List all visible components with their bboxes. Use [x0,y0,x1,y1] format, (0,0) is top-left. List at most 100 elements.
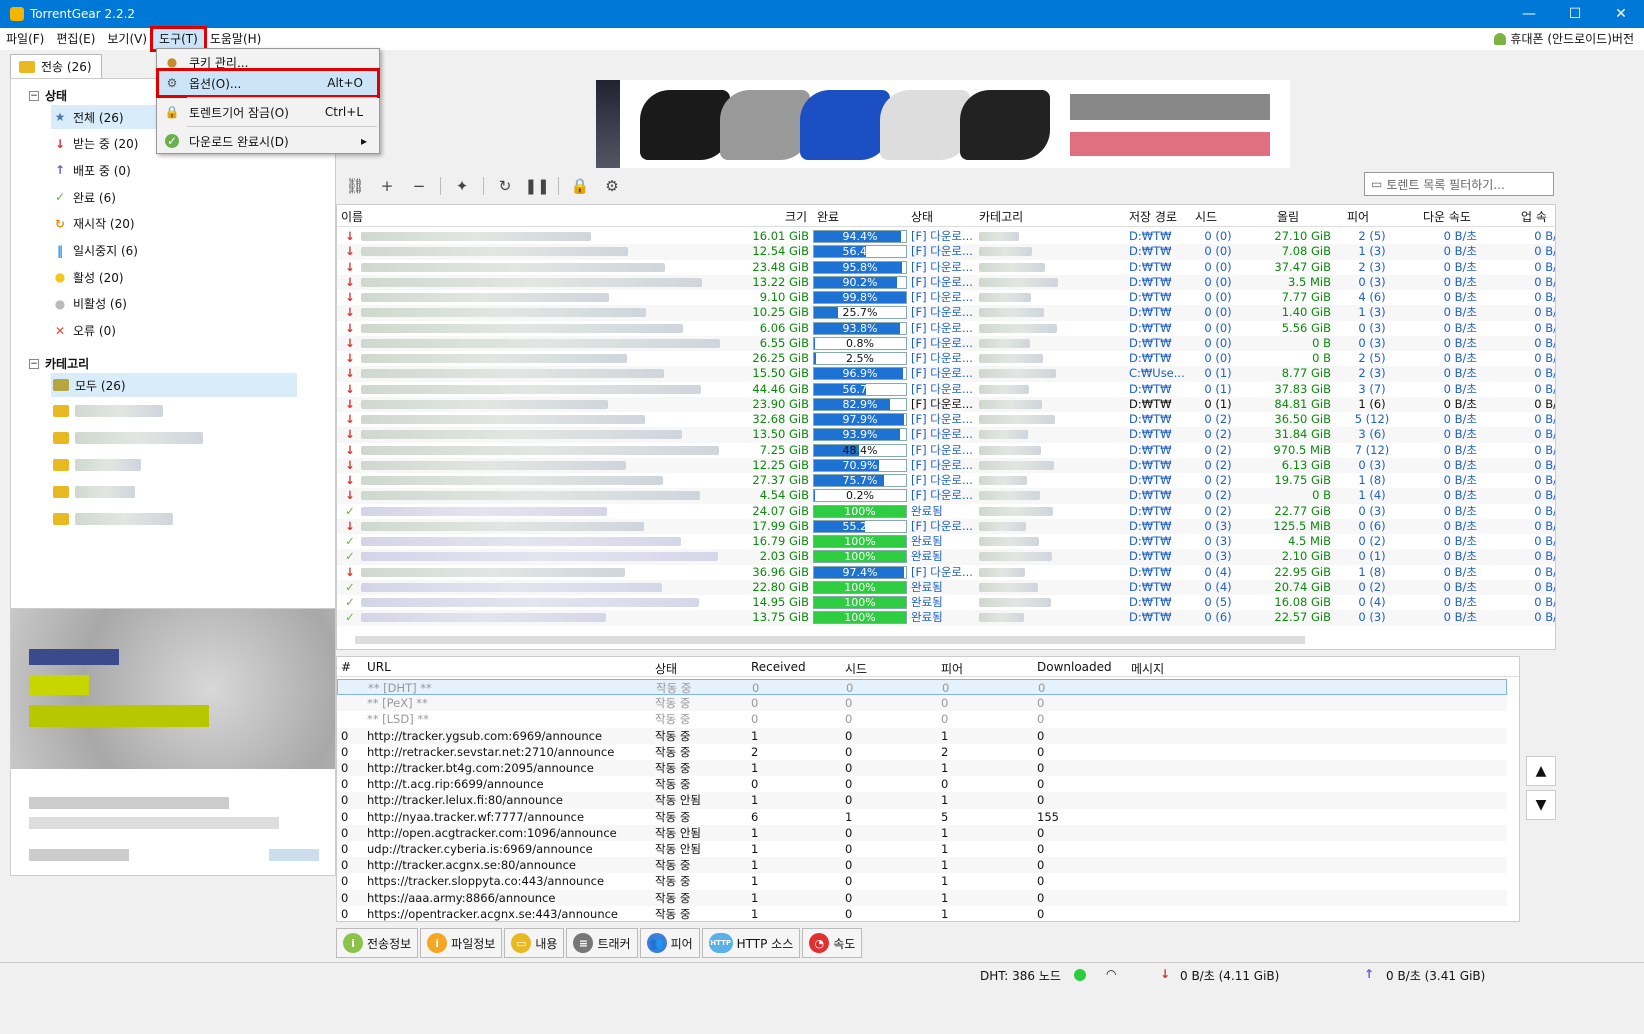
col-message[interactable]: 메시지 [1131,660,1164,677]
tracker-row[interactable]: 0 https://tracker.sloppyta.co:443/announc… [337,873,1507,889]
col-peer[interactable]: 피어 [1347,208,1369,225]
table-row[interactable]: ✓ 100% 22.80 GiB 완료됨 D:₩T₩ 0 (4) 20.74 GiB 0 (2… [337,579,1555,595]
table-row[interactable]: ↓ 95.8% 23.48 GiB [F] 다운로... D:₩T₩ 0 (0) 37.47… [337,260,1555,275]
menu-tools[interactable]: 도구(T) [150,26,207,52]
col-number[interactable]: # [341,660,351,674]
col-peer[interactable]: 피어 [941,660,963,677]
detail-tab[interactable]: ◔ 속도 [802,928,863,958]
sidebar-item-status[interactable]: ● 활성 (20) [51,265,124,289]
table-row[interactable]: ↓ 90.2% 13.22 GiB [F] 다운로... D:₩T₩ 0 (0) 3.5 M… [337,274,1555,290]
tracker-row[interactable]: 0 http://tracker.lelux.fi:80/announce 작동 안… [337,792,1507,809]
tracker-row[interactable]: 0 udp://tracker.cyberia.is:6969/announce 작… [337,841,1507,857]
tracker-row[interactable]: 0 http://tracker.ygsub.com:6969/announce 작… [337,727,1507,744]
table-row[interactable]: ✓ 100% 16.79 GiB 완료됨 D:₩T₩ 0 (3) 4.5 MiB 0 (2) 0… [337,534,1555,549]
table-row[interactable]: ✓ 100% 2.03 GiB 완료됨 D:₩T₩ 0 (3) 2.10 GiB 0 (1) 0… [337,549,1555,565]
lock-icon[interactable]: 🔒 [569,175,591,197]
sidebar-item-status[interactable]: ↑ 배포 중 (0) [51,158,131,182]
sidebar-item-status[interactable]: ✕ 오류 (0) [51,319,116,343]
pause-icon[interactable]: ❚❚ [524,175,549,197]
col-received[interactable]: Received [751,660,806,674]
maximize-button[interactable]: ☐ [1552,0,1598,28]
table-row[interactable]: ↓ 0.8% 6.55 GiB [F] 다운로... D:₩T₩ 0 (0) 0 B0 (3… [337,335,1555,351]
table-row[interactable]: ↓ 93.8% 6.06 GiB [F] 다운로... D:₩T₩ 0 (0) 5.56 G… [337,321,1555,336]
detail-tab[interactable]: HTTP HTTP 소스 [701,928,801,958]
tracker-row[interactable]: 0 http://tracker.bt4g.com:2095/announce 작동… [337,760,1507,777]
sidebar-item-category-all[interactable]: 모두 (26) [51,373,297,397]
table-row[interactable]: ↓ 97.4% 36.96 GiB [F] 다운로... D:₩T₩ 0 (4) 22.95… [337,565,1555,580]
sidebar-item-category[interactable] [51,453,141,477]
col-upload-speed[interactable]: 업 속 [1521,208,1547,225]
sidebar-item-category[interactable] [51,399,163,423]
sidebar-item-status[interactable]: ↻ 재시작 (20) [51,212,135,236]
tree-group-category[interactable]: − 카테고리 [29,355,89,372]
sidebar-item-status[interactable]: ● 비활성 (6) [51,292,127,316]
filter-input[interactable]: ▭ 토렌트 목록 필터하기... [1364,172,1554,196]
refresh-icon[interactable]: ↻ [494,175,516,197]
col-upload[interactable]: 올림 [1277,208,1299,225]
banner-ad[interactable] [596,80,1290,168]
table-row[interactable]: ↓ 0.2% 4.54 GiB [F] 다운로... D:₩T₩ 0 (2) 0 B1 (4… [337,488,1555,504]
table-row[interactable]: ✓ 100% 13.75 GiB 완료됨 D:₩T₩ 0 (6) 22.57 GiB 0 (3… [337,610,1555,626]
tracker-row[interactable]: 0 http://tracker.acgnx.se:80/announce 작동 중… [337,857,1507,874]
detail-tab[interactable]: ≡ 트래커 [566,928,638,958]
speedometer-icon[interactable]: ◠ [1106,967,1116,981]
col-url[interactable]: URL [367,660,391,674]
menu-view[interactable]: 보기(V) [101,29,153,49]
tree-group-status[interactable]: − 상태 [29,87,67,104]
col-size[interactable]: 크기 [785,208,807,225]
gear-icon[interactable]: ⚙ [601,175,623,197]
table-row[interactable]: ↓ 93.9% 13.50 GiB [F] 다운로... D:₩T₩ 0 (2) 31.84… [337,427,1555,443]
col-state[interactable]: 상태 [655,660,677,677]
add-link-icon[interactable]: ⛓ [344,175,366,197]
detail-tab[interactable]: i 파일정보 [420,928,503,958]
table-row[interactable]: ↓ 99.8% 9.10 GiB [F] 다운로... D:₩T₩ 0 (0) 7.77 G… [337,290,1555,305]
close-button[interactable]: ✕ [1598,0,1644,28]
scrollbar-thumb[interactable] [355,636,1305,644]
col-seed[interactable]: 시드 [1195,208,1217,225]
col-seed[interactable]: 시드 [845,660,867,677]
table-row[interactable]: ↓ 94.4% 16.01 GiB [F] 다운로... D:₩T₩ 0 (0) 27.10… [337,229,1555,244]
menu-edit[interactable]: 편집(E) [50,29,101,49]
menu-item-on-download-complete[interactable]: ✓ 다운로드 완료시(D) ▸ [159,129,377,153]
detail-tab[interactable]: i 전송정보 [336,928,419,958]
table-row[interactable]: ↓ 82.9% 23.90 GiB [F] 다운로... D:₩T₩ 0 (1) 84.81… [337,396,1555,412]
col-done[interactable]: 완료 [817,208,839,225]
tracker-row[interactable]: ** [LSD] ** 작동 중 0 0 0 0 [337,711,1507,727]
tracker-row[interactable]: 0 http://t.acg.rip:6699/announce 작동 중 0 0 0 0 [337,776,1507,792]
move-down-button[interactable]: ▼ [1526,790,1556,820]
sidebar-item-category[interactable] [51,507,173,531]
table-row[interactable]: ↓ 56.4% 12.54 GiB [F] 다운로... D:₩T₩ 0 (0) 7.08 … [337,244,1555,260]
col-downloaded[interactable]: Downloaded [1037,660,1112,674]
menu-help[interactable]: 도움말(H) [204,29,268,49]
tab-transfers[interactable]: 전송 (26) [10,54,102,78]
table-row[interactable]: ↓ 96.9% 15.50 GiB [F] 다운로... C:₩Use... 0 (1) 8… [337,366,1555,382]
table-row[interactable]: ↓ 2.5% 26.25 GiB [F] 다운로... D:₩T₩ 0 (0) 0 B2 (… [337,351,1555,366]
tracker-row[interactable]: 0 https://opentracker.acgnx.se:443/announ… [337,906,1507,921]
sidebar-ad[interactable] [10,608,336,876]
table-row[interactable]: ↓ 55.2% 17.99 GiB [F] 다운로... D:₩T₩ 0 (3) 125.5… [337,518,1555,534]
tracker-row[interactable]: ** [PeX] ** 작동 중 0 0 0 0 [337,695,1507,712]
col-path[interactable]: 저장 경로 [1129,208,1177,225]
magic-wand-icon[interactable]: ✦ [451,175,473,197]
col-download-speed[interactable]: 다운 속도 [1423,208,1471,225]
collapse-icon[interactable]: − [29,90,39,101]
table-row[interactable]: ↓ 48.4% 7.25 GiB [F] 다운로... D:₩T₩ 0 (2) 970.5 … [337,443,1555,458]
sidebar-item-status[interactable]: ★ 전체 (26) [51,105,161,129]
remove-icon[interactable]: − [408,175,430,197]
col-category[interactable]: 카테고리 [979,208,1023,225]
table-row[interactable]: ↓ 25.7% 10.25 GiB [F] 다운로... D:₩T₩ 0 (0) 1.40 … [337,305,1555,321]
table-row[interactable]: ↓ 70.9% 12.25 GiB [F] 다운로... D:₩T₩ 0 (2) 6.13 … [337,457,1555,473]
table-row[interactable]: ↓ 97.9% 32.68 GiB [F] 다운로... D:₩T₩ 0 (2) 36.50… [337,412,1555,427]
sidebar-item-category[interactable] [51,480,135,504]
move-up-button[interactable]: ▲ [1526,756,1556,786]
tracker-row[interactable]: ** [DHT] ** 작동 중 0 0 0 0 [337,679,1507,696]
menu-item-lock[interactable]: 🔒 토렌트기어 잠금(O) Ctrl+L [159,100,377,124]
table-row[interactable]: ↓ 56.7% 44.46 GiB [F] 다운로... D:₩T₩ 0 (1) 37.83… [337,382,1555,397]
horizontal-scrollbar[interactable] [347,633,1547,647]
add-icon[interactable]: + [376,175,398,197]
menu-item-options[interactable]: ⚙ 옵션(O)... Alt+O [156,68,380,98]
tracker-row[interactable]: 0 http://retracker.sevstar.net:2710/annou… [337,744,1507,760]
tracker-row[interactable]: 0 http://nyaa.tracker.wf:7777/announce 작동 … [337,809,1507,825]
sidebar-item-status[interactable]: ‖ 일시중지 (6) [51,239,138,263]
table-row[interactable]: ✓ 100% 14.95 GiB 완료됨 D:₩T₩ 0 (5) 16.08 GiB 0 (4… [337,595,1555,610]
